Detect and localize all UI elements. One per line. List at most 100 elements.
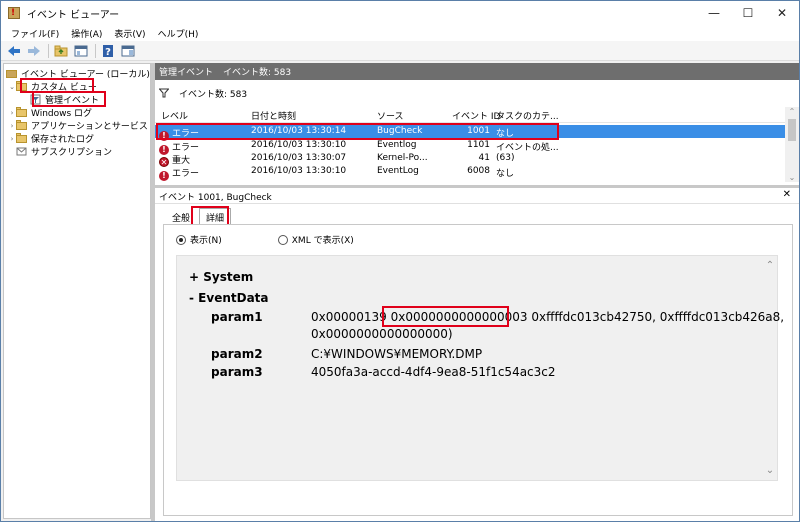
tree-item-subscriptions[interactable]: サブスクリプション	[16, 145, 112, 158]
row-event-id: 1101	[467, 140, 490, 150]
filter-event-count: イベント数: 583	[179, 89, 248, 100]
row-datetime: 2016/10/03 13:30:10	[251, 140, 347, 150]
event-viewer-window: ! イベント ビューアー — ☐ ✕ ファイル(F) 操作(A) 表示(V) ヘ…	[0, 0, 800, 522]
table-row[interactable]: ! エラー 2016/10/03 13:30:10 EventLog 6008 な…	[155, 165, 785, 181]
event-viewer-app-icon: !	[7, 6, 21, 20]
param1-value-line2: 0x0000000000000000)	[311, 327, 453, 341]
column-header-source[interactable]: ソース	[377, 109, 404, 122]
event-list-scrollbar[interactable]: ⌃ ⌄	[785, 107, 799, 182]
tree-item-label: 保存されたログ	[31, 135, 95, 145]
toolbar: ?	[1, 41, 799, 61]
system-node[interactable]: + System	[189, 270, 253, 284]
tree-item-label: カスタム ビュー	[31, 83, 97, 93]
detail-tabs: 全般 詳細	[165, 208, 233, 224]
close-button[interactable]: ✕	[765, 1, 799, 25]
console-tree-icon[interactable]	[72, 43, 90, 59]
collapse-minus-icon[interactable]: -	[189, 291, 198, 305]
tab-details[interactable]: 詳細	[199, 208, 232, 224]
horizontal-splitter[interactable]	[155, 185, 799, 188]
param2-name: param2	[211, 347, 263, 361]
scroll-up-icon[interactable]: ⌃	[763, 260, 777, 271]
column-header-datetime[interactable]: 日付と時刻	[251, 109, 296, 122]
row-source: Eventlog	[377, 140, 417, 150]
tree-item-root[interactable]: イベント ビューアー (ローカル)	[6, 67, 150, 80]
tree-item-custom-view[interactable]: ⌄ カスタム ビュー	[8, 80, 97, 93]
row-category: なし	[496, 169, 515, 179]
radio-friendly-view[interactable]	[176, 234, 186, 245]
menu-file[interactable]: ファイル(F)	[5, 27, 65, 40]
param3-value: 4050fa3a-accd-4df4-9ea8-51f1c54ac3c2	[311, 365, 556, 379]
event-list-table: レベル 日付と時刻 ソース イベント ID タスクのカテ... ! エラー 201…	[155, 107, 799, 184]
filter-row: イベント数: 583	[155, 82, 799, 104]
title-bar: ! イベント ビューアー — ☐ ✕	[1, 1, 799, 25]
chevron-right-icon[interactable]: ›	[8, 109, 16, 117]
scroll-thumb[interactable]	[788, 119, 796, 141]
chevron-right-icon[interactable]: ›	[8, 135, 16, 143]
row-category: なし	[496, 129, 515, 139]
column-header-event-id[interactable]: イベント ID	[452, 109, 500, 122]
menu-help[interactable]: ヘルプ(H)	[152, 27, 205, 40]
tree-item-label: イベント ビューアー (ローカル)	[21, 70, 150, 80]
window-title: イベント ビューアー	[27, 9, 120, 21]
folder-icon	[16, 133, 28, 144]
event-data-scrollbar[interactable]: ⌃ ⌄	[763, 256, 777, 480]
row-event-id: 41	[478, 153, 490, 163]
table-row[interactable]: ! エラー 2016/10/03 13:30:10 Eventlog 1101 イ…	[155, 139, 785, 155]
events-header: 管理イベント イベント数: 583	[155, 63, 799, 80]
scroll-down-icon[interactable]: ⌄	[785, 173, 799, 182]
param1-prefix: 0x00000139	[311, 310, 387, 324]
param1-name: param1	[211, 310, 263, 324]
scroll-down-icon[interactable]: ⌄	[763, 465, 777, 476]
menu-action[interactable]: 操作(A)	[65, 27, 108, 40]
filter-funnel-icon	[158, 88, 170, 98]
row-event-id: 6008	[467, 166, 490, 176]
minimize-button[interactable]: —	[697, 1, 731, 25]
tree-item-saved-logs[interactable]: › 保存されたログ	[8, 132, 94, 145]
radio-xml-label[interactable]: XML で表示(X)	[292, 233, 354, 246]
radio-friendly-label[interactable]: 表示(N)	[190, 233, 222, 246]
back-arrow-icon[interactable]	[5, 43, 23, 59]
column-header-level[interactable]: レベル	[161, 109, 188, 122]
row-category: (63)	[496, 153, 515, 163]
close-icon[interactable]: ✕	[783, 189, 791, 200]
forward-arrow-icon[interactable]	[25, 43, 43, 59]
tree-item-windows-logs[interactable]: › Windows ログ	[8, 106, 92, 119]
events-header-title: 管理イベント	[159, 68, 214, 78]
subscription-icon	[16, 146, 28, 157]
help-icon[interactable]: ?	[99, 43, 117, 59]
view-mode-radios: 表示(N) XML で表示(X)	[176, 233, 354, 246]
tree-item-label: Windows ログ	[31, 109, 93, 119]
tree-item-admin-events[interactable]: 管理イベント	[30, 93, 99, 106]
table-row[interactable]: ✕ 重大 2016/10/03 13:30:07 Kernel-Po... 41 …	[155, 152, 785, 167]
column-header-task-category[interactable]: タスクのカテ...	[496, 109, 559, 122]
folder-icon	[16, 120, 28, 131]
detail-header: イベント 1001, BugCheck ✕	[155, 189, 799, 204]
table-row[interactable]: ! エラー 2016/10/03 13:30:14 BugCheck 1001 な…	[155, 125, 785, 141]
system-label: System	[203, 270, 254, 284]
menu-view[interactable]: 表示(V)	[108, 27, 151, 40]
tab-general[interactable]: 全般	[165, 208, 197, 224]
scroll-up-icon[interactable]: ⌃	[785, 107, 799, 116]
expand-plus-icon[interactable]: +	[189, 270, 203, 284]
events-header-count: イベント数: 583	[223, 68, 292, 78]
row-source: EventLog	[377, 166, 419, 176]
tree-item-label: アプリケーションとサービス ログ	[31, 122, 169, 132]
param1-rest: 0xffffdc013cb42750, 0xffffdc013cb426a8,	[531, 310, 785, 324]
folder-up-icon[interactable]	[52, 43, 70, 59]
maximize-button[interactable]: ☐	[731, 1, 765, 25]
action-pane-icon[interactable]	[119, 43, 137, 59]
console-tree: イベント ビューアー (ローカル) ⌄ カスタム ビュー 管理イベント › Wi…	[3, 63, 169, 519]
folder-icon	[16, 107, 28, 118]
error-icon: !	[159, 171, 169, 181]
tree-item-app-service-logs[interactable]: › アプリケーションとサービス ログ	[8, 119, 169, 132]
toolbar-separator	[95, 43, 96, 58]
detail-title: イベント 1001, BugCheck	[159, 192, 272, 203]
details-tab-content: 表示(N) XML で表示(X) + System - EventData pa…	[163, 224, 793, 516]
eventdata-node[interactable]: - EventData	[189, 291, 269, 305]
menu-bar: ファイル(F) 操作(A) 表示(V) ヘルプ(H)	[1, 25, 799, 41]
param2-value: C:¥WINDOWS¥MEMORY.DMP	[311, 347, 483, 361]
row-source: BugCheck	[377, 126, 423, 136]
chevron-right-icon[interactable]: ›	[8, 122, 16, 130]
radio-xml-view[interactable]	[277, 234, 288, 245]
chevron-down-icon[interactable]: ⌄	[8, 83, 16, 91]
